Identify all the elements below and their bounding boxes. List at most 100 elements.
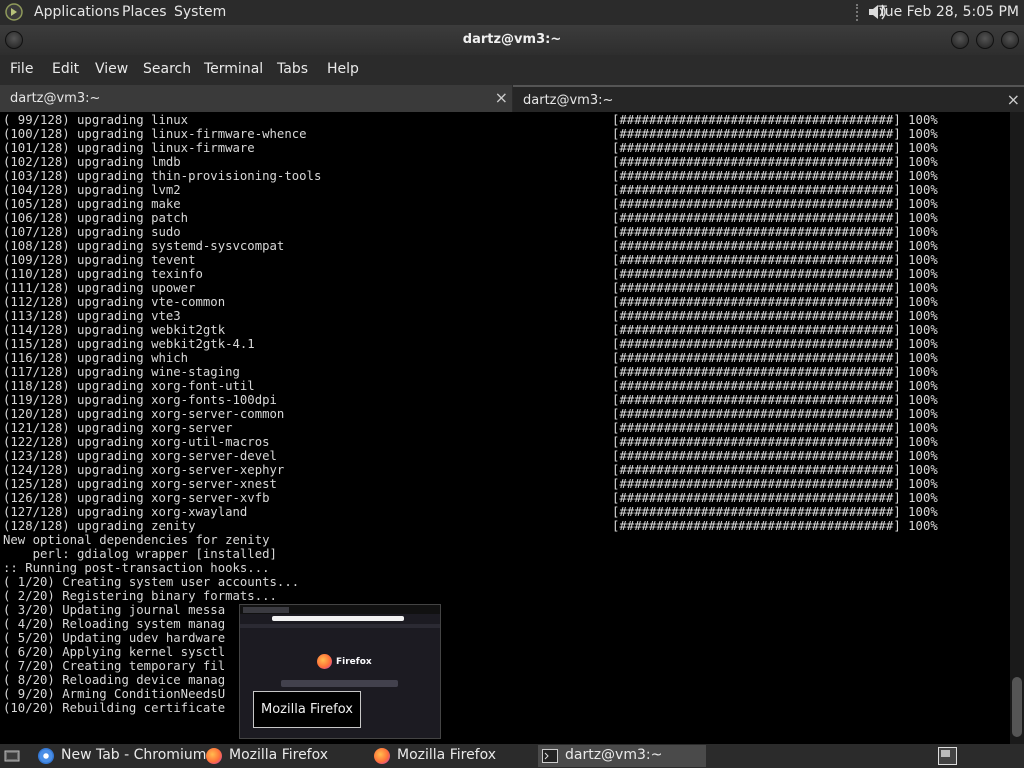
terminal-line: (104/128) upgrading lvm2: [3, 183, 181, 197]
taskbar-item-terminal[interactable]: dartz@vm3:~: [538, 745, 706, 767]
close-icon[interactable]: ×: [1007, 90, 1020, 109]
menu-terminal[interactable]: Terminal: [204, 61, 263, 77]
terminal-line: (127/128) upgrading xorg-xwayland: [3, 505, 248, 519]
terminal-line: (120/128) upgrading xorg-server-common: [3, 407, 285, 421]
progress-bar-text: [#####################################] …: [612, 197, 938, 211]
progress-bar-text: [#####################################] …: [612, 379, 938, 393]
menu-search[interactable]: Search: [143, 61, 191, 77]
taskbar-item-firefox-1[interactable]: Mozilla Firefox: [202, 745, 366, 767]
tab-label: dartz@vm3:~: [523, 93, 614, 108]
terminal-line: (110/128) upgrading texinfo: [3, 267, 203, 281]
terminal-line: (121/128) upgrading xorg-server: [3, 421, 233, 435]
terminal-line: ( 2/20) Registering binary formats...: [3, 589, 277, 603]
tab-terminal-2[interactable]: dartz@vm3:~ ×: [513, 85, 1024, 114]
terminal-line: (107/128) upgrading sudo: [3, 225, 181, 239]
progress-bar-text: [#####################################] …: [612, 113, 938, 127]
terminal-line: ( 99/128) upgrading linux: [3, 113, 189, 127]
chromium-icon: [38, 748, 54, 764]
terminal-line: (117/128) upgrading wine-staging: [3, 365, 240, 379]
applications-menu[interactable]: Applications: [34, 4, 120, 21]
terminal-line: (105/128) upgrading make: [3, 197, 181, 211]
terminal-line: New optional dependencies for zenity: [3, 533, 270, 547]
progress-bar-text: [#####################################] …: [612, 491, 938, 505]
firefox-icon: [206, 748, 222, 764]
preview-tabstrip: [240, 605, 440, 614]
progress-bar-text: [#####################################] …: [612, 309, 938, 323]
terminal-line: ( 9/20) Arming ConditionNeedsU: [3, 687, 226, 701]
menu-tabs[interactable]: Tabs: [277, 61, 308, 77]
window-titlebar[interactable]: dartz@vm3:~: [0, 25, 1024, 55]
terminal-line: (106/128) upgrading patch: [3, 211, 189, 225]
terminal-line: ( 3/20) Updating journal messa: [3, 603, 226, 617]
terminal-line: (125/128) upgrading xorg-server-xnest: [3, 477, 277, 491]
taskbar-item-label: New Tab - Chromium: [61, 747, 207, 763]
progress-bar-text: [#####################################] …: [612, 141, 938, 155]
terminal-line: (102/128) upgrading lmdb: [3, 155, 181, 169]
terminal-scrollbar[interactable]: [1010, 112, 1024, 744]
progress-bar-text: [#####################################] …: [612, 449, 938, 463]
scrollbar-thumb[interactable]: [1012, 677, 1022, 737]
terminal-line: ( 6/20) Applying kernel sysctl: [3, 645, 226, 659]
progress-bar-text: [#####################################] …: [612, 253, 938, 267]
progress-bar-text: [#####################################] …: [612, 169, 938, 183]
workspace-switcher-icon[interactable]: [938, 747, 957, 765]
minimize-button[interactable]: [951, 31, 969, 49]
close-button[interactable]: [1001, 31, 1019, 49]
progress-bar-text: [#####################################] …: [612, 365, 938, 379]
terminal-line: (116/128) upgrading which: [3, 351, 189, 365]
progress-bar-text: [#####################################] …: [612, 407, 938, 421]
menu-view[interactable]: View: [95, 61, 128, 77]
terminal-line: (128/128) upgrading zenity: [3, 519, 196, 533]
taskbar-item-firefox-2[interactable]: Mozilla Firefox: [370, 745, 534, 767]
progress-bar-text: [#####################################] …: [612, 351, 938, 365]
terminal-line: (122/128) upgrading xorg-util-macros: [3, 435, 270, 449]
progress-bar-text: [#####################################] …: [612, 211, 938, 225]
progress-bar-text: [#####################################] …: [612, 477, 938, 491]
terminal-line: (10/20) Rebuilding certificate: [3, 701, 226, 715]
close-icon[interactable]: ×: [495, 88, 508, 107]
bottom-taskbar: New Tab - Chromium Mozilla Firefox Mozil…: [0, 744, 1024, 768]
show-desktop-icon[interactable]: [4, 748, 20, 764]
maximize-button[interactable]: [976, 31, 994, 49]
menu-file[interactable]: File: [10, 61, 33, 77]
terminal-line: ( 4/20) Reloading system manag: [3, 617, 226, 631]
terminal-line: (119/128) upgrading xorg-fonts-100dpi: [3, 393, 277, 407]
terminal-line: (108/128) upgrading systemd-sysvcompat: [3, 239, 285, 253]
progress-bar-text: [#####################################] …: [612, 183, 938, 197]
terminal-line: (124/128) upgrading xorg-server-xephyr: [3, 463, 285, 477]
progress-bar-text: [#####################################] …: [612, 463, 938, 477]
terminal-line: :: Running post-transaction hooks...: [3, 561, 270, 575]
terminal-line: (126/128) upgrading xorg-server-xvfb: [3, 491, 270, 505]
terminal-line: ( 7/20) Creating temporary fil: [3, 659, 226, 673]
taskbar-item-label: Mozilla Firefox: [397, 747, 497, 763]
menu-edit[interactable]: Edit: [52, 61, 79, 77]
terminal-line: (113/128) upgrading vte3: [3, 309, 181, 323]
progress-bar-text: [#####################################] …: [612, 295, 938, 309]
gnome-foot-icon[interactable]: [5, 3, 23, 21]
progress-bar-text: [#####################################] …: [612, 519, 938, 533]
terminal-line: (118/128) upgrading xorg-font-util: [3, 379, 255, 393]
places-menu[interactable]: Places: [122, 4, 167, 21]
terminal-line: (112/128) upgrading vte-common: [3, 295, 226, 309]
progress-bar-text: [#####################################] …: [612, 281, 938, 295]
progress-bar-text: [#####################################] …: [612, 155, 938, 169]
terminal-line: (100/128) upgrading linux-firmware-whenc…: [3, 127, 307, 141]
progress-bar-text: [#####################################] …: [612, 323, 938, 337]
menu-help[interactable]: Help: [327, 61, 359, 77]
system-menu[interactable]: System: [174, 4, 226, 21]
window-title: dartz@vm3:~: [462, 32, 562, 47]
terminal-line: (111/128) upgrading upower: [3, 281, 196, 295]
terminal-output[interactable]: ( 99/128) upgrading linux [##############…: [0, 112, 1010, 744]
terminal-line: (115/128) upgrading webkit2gtk-4.1: [3, 337, 255, 351]
preview-app-name: Firefox: [336, 657, 372, 667]
taskbar-item-chromium[interactable]: New Tab - Chromium: [34, 745, 206, 767]
terminal-line: (109/128) upgrading tevent: [3, 253, 196, 267]
taskbar-tooltip: Mozilla Firefox: [253, 691, 361, 728]
tab-terminal-1[interactable]: dartz@vm3:~ ×: [0, 85, 512, 112]
progress-bar-text: [#####################################] …: [612, 435, 938, 449]
preview-urlbar: [272, 616, 404, 621]
panel-clock[interactable]: Tue Feb 28, 5:05 PM: [878, 4, 1019, 21]
panel-separator: [856, 4, 861, 21]
terminal-line: perl: gdialog wrapper [installed]: [3, 547, 277, 561]
progress-bar-text: [#####################################] …: [612, 239, 938, 253]
